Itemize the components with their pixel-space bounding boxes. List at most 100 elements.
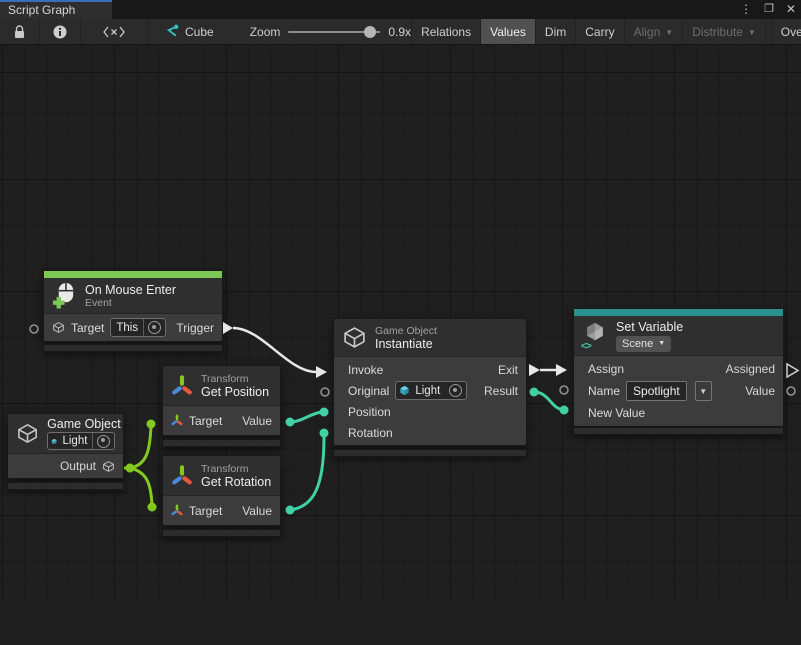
variable-accent-bar xyxy=(574,309,783,316)
gameobject-cube-icon xyxy=(102,460,115,473)
wire-result-to-newvalue xyxy=(534,392,564,410)
node-footer xyxy=(333,449,527,457)
port-getposition-value-out[interactable] xyxy=(286,418,295,427)
mouse-event-icon xyxy=(52,282,77,309)
port-label-name: Name xyxy=(588,384,620,398)
overview-button[interactable]: Overview xyxy=(771,19,801,44)
node-subtitle: Event xyxy=(85,297,176,309)
port-original-in[interactable] xyxy=(321,388,329,396)
toggle-values[interactable]: Values xyxy=(480,19,535,44)
wire-output-to-getposition xyxy=(130,426,151,468)
port-output-out[interactable] xyxy=(126,464,135,473)
node-title: Game Object xyxy=(47,417,115,431)
node-footer xyxy=(162,439,281,447)
gameobject-cube-icon xyxy=(16,421,39,446)
port-invoke-in[interactable] xyxy=(316,366,327,378)
node-game-object[interactable]: Game Object Light Output xyxy=(7,413,124,479)
variable-name-dropdown-arrow[interactable]: ▼ xyxy=(695,381,712,401)
port-label-invoke: Invoke xyxy=(348,363,383,377)
chevron-down-icon: ▼ xyxy=(699,387,707,396)
event-accent-bar xyxy=(44,271,222,278)
toggle-carry[interactable]: Carry xyxy=(575,19,623,44)
port-onmouseenter-target-in[interactable] xyxy=(30,325,38,333)
port-getrotation-target-in[interactable] xyxy=(148,503,157,512)
code-preview-button[interactable] xyxy=(81,19,148,44)
lock-icon xyxy=(13,25,26,39)
transform-icon xyxy=(171,504,183,517)
node-title: On Mouse Enter xyxy=(85,283,176,297)
node-set-variable[interactable]: <> Set Variable Scene ▼ Assign Assigned … xyxy=(573,308,784,427)
graph-canvas[interactable]: On Mouse Enter Event Target This Trigger xyxy=(0,45,801,600)
object-picker-icon[interactable] xyxy=(148,321,161,334)
wire-output-to-getrotation xyxy=(130,468,152,505)
node-footer xyxy=(43,344,223,352)
unity-variable-icon xyxy=(584,321,606,343)
node-instantiate[interactable]: Game Object Instantiate Invoke Exit Orig… xyxy=(333,318,527,446)
node-get-position[interactable]: Transform Get Position Target Value xyxy=(162,365,281,436)
node-title: Instantiate xyxy=(375,337,437,351)
maximize-icon[interactable]: ❐ xyxy=(764,0,774,19)
port-assigned-out[interactable] xyxy=(787,364,798,377)
port-label-assigned: Assigned xyxy=(726,362,775,376)
zoom-label: Zoom xyxy=(250,25,281,39)
toggle-dim[interactable]: Dim xyxy=(535,19,575,44)
code-icon xyxy=(103,26,125,38)
tab-script-graph[interactable]: Script Graph xyxy=(0,0,112,19)
light-object-icon xyxy=(399,385,410,396)
port-position-in[interactable] xyxy=(320,408,329,417)
port-newvalue-in[interactable] xyxy=(560,406,569,415)
port-trigger-out[interactable] xyxy=(223,322,233,334)
object-picker-icon[interactable] xyxy=(97,435,110,448)
target-object-field[interactable]: This xyxy=(110,318,166,337)
code-brackets-icon: <> xyxy=(581,341,591,352)
inspect-button[interactable] xyxy=(40,19,81,44)
port-getposition-target-in[interactable] xyxy=(147,420,156,429)
port-getrotation-value-out[interactable] xyxy=(286,506,295,515)
port-label-value: Value xyxy=(242,504,272,518)
distribute-dropdown[interactable]: Distribute▼ xyxy=(682,19,766,44)
variable-scope-dropdown[interactable]: Scene ▼ xyxy=(616,336,671,352)
gameobject-field[interactable]: Light xyxy=(47,432,115,450)
window-menu-icon[interactable]: ⋮ xyxy=(740,0,752,19)
transform-icon xyxy=(171,464,193,488)
port-label-original: Original xyxy=(348,384,389,398)
port-label-new-value: New Value xyxy=(588,406,645,420)
lock-button[interactable] xyxy=(0,19,40,44)
script-graph-icon xyxy=(164,24,179,39)
port-assign-in[interactable] xyxy=(556,364,567,376)
chevron-down-icon: ▼ xyxy=(748,29,756,37)
unity-visual-scripting-window: { "window": { "tab_title": "Script Graph… xyxy=(0,0,801,600)
port-label-rotation: Rotation xyxy=(348,426,393,440)
chevron-down-icon: ▼ xyxy=(658,340,665,347)
gameobject-cube-icon xyxy=(342,325,367,350)
node-get-rotation[interactable]: Transform Get Rotation Target Value xyxy=(162,455,281,526)
port-label-value: Value xyxy=(242,414,272,428)
toggle-relations[interactable]: Relations xyxy=(411,19,480,44)
zoom-slider-handle[interactable] xyxy=(364,26,376,38)
align-dropdown[interactable]: Align▼ xyxy=(624,19,683,44)
port-value-out[interactable] xyxy=(787,387,795,395)
port-label-exit: Exit xyxy=(498,363,518,377)
port-name-in[interactable] xyxy=(560,386,568,394)
wire-position xyxy=(290,412,323,422)
object-picker-icon[interactable] xyxy=(449,384,462,397)
transform-icon xyxy=(171,414,183,427)
original-object-field[interactable]: Light xyxy=(395,381,467,400)
graph-toolbar: Cube Zoom 0.9x Relations Values Dim Carr… xyxy=(0,19,801,45)
close-icon[interactable]: ✕ xyxy=(786,0,796,19)
port-label-target: Target xyxy=(189,504,222,518)
node-category: Transform xyxy=(201,373,269,385)
zoom-slider[interactable] xyxy=(288,31,380,33)
variable-name-dropdown[interactable]: Spotlight xyxy=(626,381,687,401)
node-title: Get Position xyxy=(201,385,269,399)
port-result-out[interactable] xyxy=(530,388,539,397)
node-on-mouse-enter[interactable]: On Mouse Enter Event Target This Trigger xyxy=(43,270,223,342)
port-label-output: Output xyxy=(60,459,96,473)
info-icon xyxy=(53,25,67,39)
port-label-result: Result xyxy=(484,384,518,398)
title-bar: Script Graph ⋮ ❐ ✕ xyxy=(0,0,801,19)
port-exit-out[interactable] xyxy=(529,364,540,376)
port-rotation-in[interactable] xyxy=(320,429,329,438)
graph-name: Cube xyxy=(185,25,214,39)
node-footer xyxy=(7,482,124,490)
